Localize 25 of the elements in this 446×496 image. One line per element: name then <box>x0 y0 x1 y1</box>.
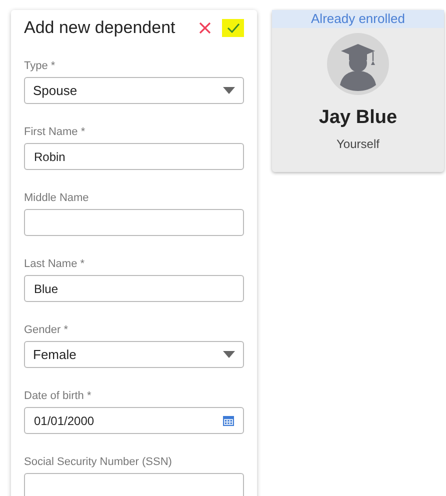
form-title: Add new dependent <box>24 18 176 38</box>
field-label: Last Name * <box>24 258 86 270</box>
member-relation: Yourself <box>336 137 380 151</box>
input-field[interactable] <box>24 473 244 496</box>
checkmark-icon <box>226 23 240 33</box>
field-label: Gender * <box>24 324 70 336</box>
close-icon <box>199 22 211 34</box>
field-label: Middle Name <box>24 192 90 204</box>
calendar-icon <box>223 416 234 426</box>
dropdown[interactable]: Female <box>24 341 244 368</box>
dropdown[interactable]: Spouse <box>24 77 244 104</box>
confirm-button[interactable] <box>222 19 244 37</box>
field-label: First Name * <box>24 126 86 138</box>
field-label: Type * <box>24 60 56 72</box>
input-field[interactable]: Robin <box>24 143 244 170</box>
field-label: Date of birth * <box>24 390 92 402</box>
field-label: Social Security Number (SSN) <box>24 456 173 468</box>
date-field[interactable]: 01/01/2000 <box>24 407 244 434</box>
graduate-avatar-icon <box>327 33 389 95</box>
member-name: Jay Blue <box>318 107 398 129</box>
input-field[interactable] <box>24 209 244 236</box>
caret-icon <box>223 351 235 358</box>
caret-icon <box>223 87 235 94</box>
input-field[interactable]: Blue <box>24 275 244 302</box>
enrolled-banner: Already enrolled <box>272 10 444 28</box>
